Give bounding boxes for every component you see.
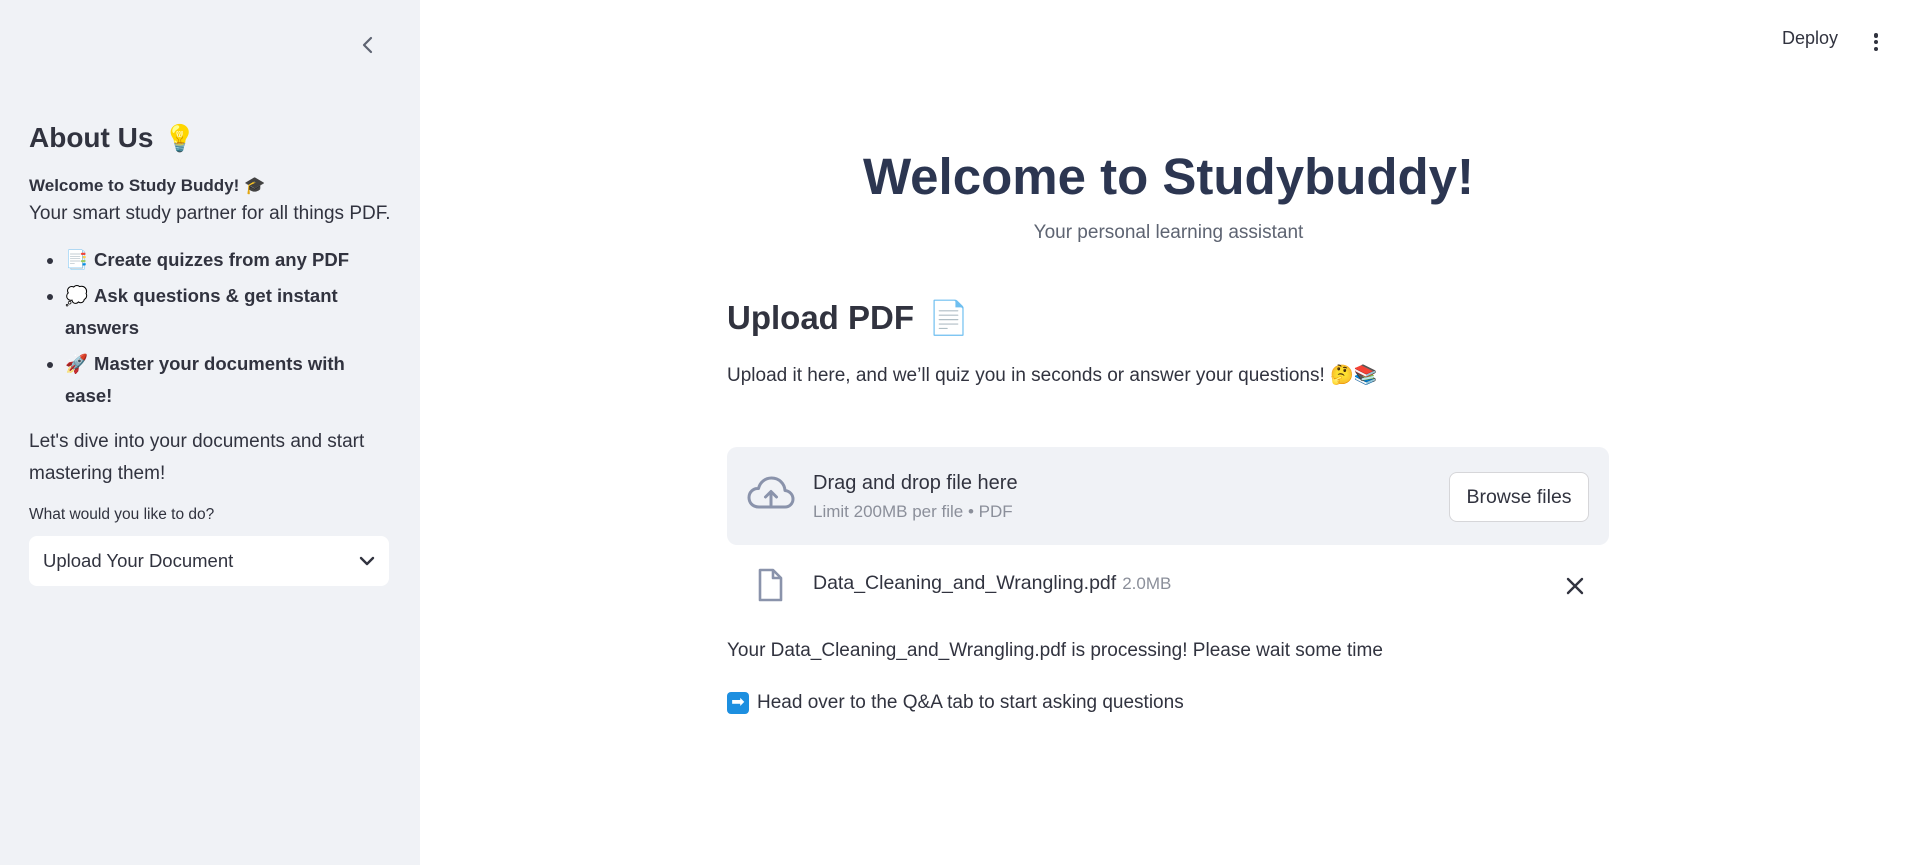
qa-hint-text: Head over to the Q&A tab to start asking… — [757, 692, 1184, 713]
cloud-upload-icon — [747, 476, 795, 509]
kebab-dot-icon — [1873, 46, 1879, 51]
file-size: 2.0MB — [1122, 574, 1172, 593]
right-arrow-icon: ➡ — [727, 692, 749, 714]
file-info: Data_Cleaning_and_Wrangling.pdf 2.0MB — [813, 572, 1171, 595]
file-dropzone[interactable]: Drag and drop file here Limit 200MB per … — [727, 447, 1609, 545]
thought-bubble-icon: 💭 — [65, 285, 89, 306]
more-menu-button[interactable] — [1866, 30, 1886, 54]
select-value: Upload Your Document — [43, 550, 234, 571]
sidebar-title: About Us 💡 — [29, 116, 391, 160]
chevron-down-icon — [359, 556, 375, 566]
list-item: 💭Ask questions & get instant answers — [65, 280, 391, 344]
bookmark-tabs-icon: 📑 — [65, 249, 89, 270]
page-subtitle: Your personal learning assistant — [1033, 222, 1304, 243]
chevron-left-icon — [362, 36, 373, 54]
dropzone-limit: Limit 200MB per file • PDF — [813, 502, 1013, 521]
feature-text: Master your documents with ease! — [65, 353, 345, 406]
deploy-button[interactable]: Deploy — [1782, 28, 1838, 49]
close-icon[interactable] — [1565, 576, 1585, 596]
dropzone-text: Drag and drop file here Limit 200MB per … — [813, 469, 1018, 525]
kebab-dot-icon — [1873, 33, 1879, 38]
qa-hint: ➡ Head over to the Q&A tab to start aski… — [727, 689, 1184, 717]
file-icon — [758, 568, 783, 602]
file-name: Data_Cleaning_and_Wrangling.pdf — [813, 572, 1117, 594]
upload-heading: Upload PDF 📄 — [727, 296, 969, 340]
sidebar-dive-text: Let's dive into your documents and start… — [29, 431, 365, 484]
action-select[interactable]: Upload Your Document — [29, 536, 389, 586]
upload-heading-text: Upload PDF — [727, 299, 914, 336]
document-icon: 📄 — [928, 299, 970, 336]
feature-list: 📑Create quizzes from any PDF 💭Ask questi… — [29, 244, 391, 412]
list-item: 🚀Master your documents with ease! — [65, 348, 391, 412]
uploaded-file-row: Data_Cleaning_and_Wrangling.pdf 2.0MB — [727, 560, 1609, 610]
dropzone-instruction: Drag and drop file here — [813, 472, 1018, 494]
sidebar-subtitle: Your smart study partner for all things … — [29, 203, 391, 224]
browse-files-button[interactable]: Browse files — [1449, 472, 1589, 522]
lightbulb-icon: 💡 — [163, 123, 196, 153]
feature-text: Ask questions & get instant answers — [65, 285, 338, 338]
list-item: 📑Create quizzes from any PDF — [65, 244, 391, 276]
sidebar-title-text: About Us — [29, 122, 154, 153]
collapse-sidebar-button[interactable] — [355, 32, 381, 58]
page-title: Welcome to Studybuddy! — [862, 148, 1475, 205]
sidebar-welcome: Welcome to Study Buddy! 🎓 — [29, 176, 266, 195]
upload-description: Upload it here, and we’ll quiz you in se… — [727, 365, 1378, 386]
select-label: What would you like to do? — [29, 506, 215, 523]
rocket-icon: 🚀 — [65, 353, 89, 374]
sidebar: About Us 💡 Welcome to Study Buddy! 🎓 You… — [0, 0, 420, 865]
sidebar-content: About Us 💡 Welcome to Study Buddy! 🎓 You… — [29, 116, 391, 586]
processing-message: Your Data_Cleaning_and_Wrangling.pdf is … — [727, 640, 1383, 661]
kebab-dot-icon — [1873, 39, 1879, 45]
feature-text: Create quizzes from any PDF — [94, 249, 349, 270]
